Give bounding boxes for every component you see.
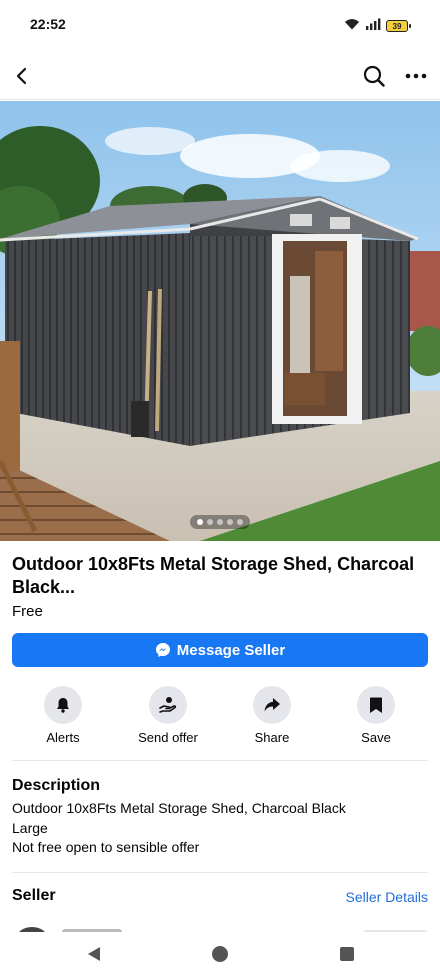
message-seller-button[interactable]: Message Seller [12, 633, 428, 667]
arrow-back-icon [16, 67, 27, 85]
wifi-icon [344, 17, 360, 35]
description-line: Large [12, 820, 48, 836]
listing-title: Outdoor 10x8Fts Metal Storage Shed, Char… [12, 554, 415, 597]
signal-icon [365, 17, 381, 35]
save-button[interactable]: Save [331, 686, 421, 745]
send-offer-icon-circle [149, 686, 187, 724]
pagination-dot[interactable] [217, 519, 223, 525]
send-offer-button[interactable]: Send offer [123, 686, 213, 745]
divider [12, 872, 428, 873]
system-nav-bar [0, 932, 440, 976]
description-line: Not free open to sensible offer [12, 839, 200, 855]
pagination-dot[interactable] [197, 519, 203, 525]
system-back-button[interactable] [84, 944, 104, 964]
share-arrow-icon [264, 698, 280, 712]
top-nav-bar [0, 52, 440, 100]
alerts-label: Alerts [46, 730, 80, 745]
divider [12, 760, 428, 761]
description-heading: Description [12, 777, 101, 794]
search-icon [363, 65, 385, 87]
alerts-button[interactable]: Alerts [18, 686, 108, 745]
bell-icon [57, 698, 69, 713]
search-button[interactable] [358, 60, 390, 92]
pagination-dot[interactable] [227, 519, 233, 525]
triangle-back-icon [88, 947, 100, 961]
offer-hand-icon [159, 697, 177, 713]
back-button[interactable] [6, 60, 38, 92]
seller-details-link[interactable]: Seller Details [346, 889, 428, 905]
square-recents-icon [340, 947, 354, 961]
pagination-dot[interactable] [207, 519, 213, 525]
system-home-button[interactable] [210, 944, 230, 964]
message-seller-label: Message Seller [176, 641, 286, 659]
status-time: 22:52 [30, 16, 66, 32]
seller-heading: Seller [12, 887, 56, 904]
seller-row-partial[interactable] [12, 922, 428, 932]
share-label: Share [254, 730, 290, 745]
action-row: Alerts Send offer Share Save [0, 686, 440, 748]
photo-pagination [190, 515, 250, 529]
save-icon-circle [357, 686, 395, 724]
share-icon-circle [253, 686, 291, 724]
more-options-button[interactable] [400, 60, 432, 92]
messenger-icon [155, 643, 170, 657]
listing-price: Free [12, 603, 43, 620]
battery-icon: 39 [386, 20, 411, 32]
status-icons: 39 [344, 17, 411, 35]
shed-photo-illustration [0, 101, 440, 541]
save-label: Save [361, 730, 391, 745]
seller-avatar-edge [19, 927, 428, 932]
status-bar: 22:52 39 [0, 0, 440, 48]
listing-photo[interactable] [0, 101, 440, 541]
more-horizontal-icon [405, 73, 427, 79]
share-button[interactable]: Share [227, 686, 317, 745]
description-line: Outdoor 10x8Fts Metal Storage Shed, Char… [12, 800, 346, 816]
system-recents-button[interactable] [337, 944, 357, 964]
alerts-icon-circle [44, 686, 82, 724]
pagination-dot[interactable] [237, 519, 243, 525]
bookmark-icon [370, 697, 382, 713]
send-offer-label: Send offer [138, 730, 198, 745]
circle-home-icon [212, 946, 228, 962]
